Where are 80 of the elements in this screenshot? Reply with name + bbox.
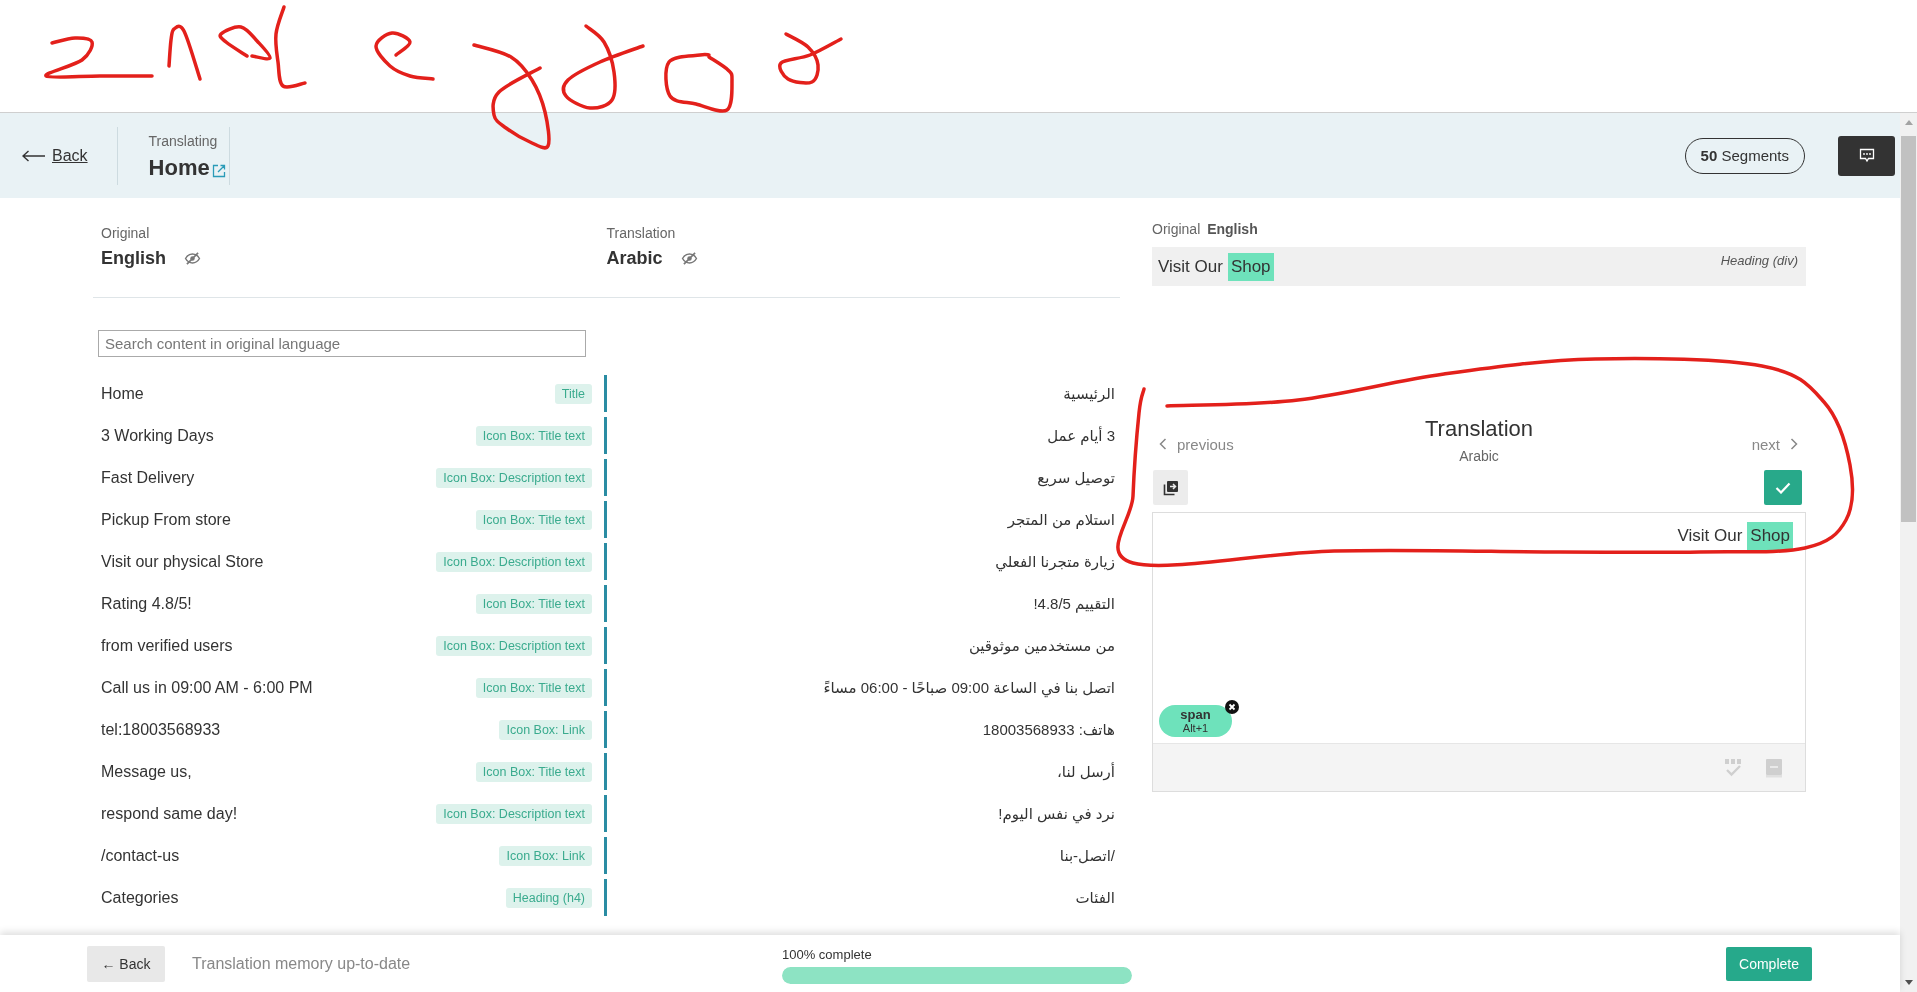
original-text[interactable]: Visit our physical Store xyxy=(101,553,264,571)
chat-bubble-icon xyxy=(1858,148,1875,163)
element-type-tag: Heading (h4) xyxy=(505,888,592,908)
original-text[interactable]: respond same day! xyxy=(101,805,238,823)
translated-text[interactable]: توصيل سريع xyxy=(1037,469,1115,487)
original-language-label: Original English xyxy=(1152,220,1259,238)
element-type-tag: Title xyxy=(554,384,592,404)
element-type-tag: Icon Box: Description text xyxy=(436,804,592,824)
tagged-text: Shop xyxy=(1227,252,1274,281)
original-text[interactable]: Rating 4.8/5! xyxy=(101,595,192,613)
translated-text[interactable]: اتصل بنا في الساعة 09:00 صباحًا - 06:00 مساءً xyxy=(823,679,1115,697)
eye-slash-icon[interactable] xyxy=(680,251,698,265)
comments-button[interactable] xyxy=(1838,135,1895,176)
check-icon xyxy=(1775,481,1791,494)
translation-editor[interactable]: Visit Our Shop span Alt+1 xyxy=(1152,512,1806,792)
progress-label: 100% complete xyxy=(782,947,873,963)
translated-text[interactable]: أرسل لنا، xyxy=(1057,763,1115,781)
scroll-up-icon[interactable] xyxy=(1904,120,1913,125)
target-language: Arabic xyxy=(1458,447,1500,465)
original-text[interactable]: Home xyxy=(101,385,144,403)
language-name: Arabic xyxy=(606,247,663,270)
scrollbar-thumb[interactable] xyxy=(1901,136,1916,522)
translated-text[interactable]: /اتصل-بنا xyxy=(1059,847,1115,865)
original-text[interactable]: Call us in 09:00 AM - 6:00 PM xyxy=(101,679,313,697)
original-text[interactable]: Categories xyxy=(101,889,179,907)
translated-text[interactable]: نرد في نفس اليوم! xyxy=(998,805,1115,823)
chevron-left-icon xyxy=(1159,438,1167,450)
translated-text[interactable]: زيارة متجرنا الفعلي xyxy=(995,553,1115,571)
back-button[interactable]: ← Back xyxy=(87,945,165,982)
tag-chip[interactable]: span Alt+1 xyxy=(1159,705,1232,737)
element-type-label: Heading (div) xyxy=(1720,253,1798,270)
next-link[interactable]: next xyxy=(1751,435,1798,453)
search-field[interactable]: Search content in original language xyxy=(98,330,586,357)
back-link[interactable]: Back xyxy=(22,146,88,165)
translated-text[interactable]: الرئيسية xyxy=(1063,385,1115,403)
translated-text[interactable]: هاتف: 18003568933 xyxy=(982,721,1115,739)
translated-text[interactable]: الفئات xyxy=(1075,889,1115,907)
eye-slash-icon[interactable] xyxy=(184,251,201,265)
language-name: English xyxy=(101,247,166,270)
element-type-tag: Icon Box: Title text xyxy=(475,678,592,698)
element-type-tag: Icon Box: Description text xyxy=(436,552,592,572)
element-type-tag: Icon Box: Title text xyxy=(475,510,592,530)
element-type-tag: Icon Box: Link xyxy=(499,720,592,740)
previous-link[interactable]: previous xyxy=(1159,435,1234,453)
translated-text[interactable]: 3 أيام عمل xyxy=(1047,427,1115,445)
original-text[interactable]: Fast Delivery xyxy=(101,469,195,487)
source-text: Visit Our xyxy=(1158,255,1223,278)
language-caption: Original xyxy=(101,224,151,242)
element-type-tag: Icon Box: Description text xyxy=(436,468,592,488)
element-type-tag: Icon Box: Title text xyxy=(475,426,592,446)
scroll-down-icon[interactable] xyxy=(1904,980,1913,985)
translated-text[interactable]: من مستخدمين موثوقين xyxy=(968,637,1115,655)
original-text[interactable]: Message us, xyxy=(101,763,192,781)
translated-text[interactable]: التقييم 4.8/5! xyxy=(1033,595,1115,613)
original-text[interactable]: Pickup From store xyxy=(101,511,231,529)
spellcheck-icon[interactable] xyxy=(1723,757,1743,778)
element-type-tag: Icon Box: Link xyxy=(499,846,592,866)
translation-text: Visit Our xyxy=(1677,525,1743,547)
original-text[interactable]: from verified users xyxy=(101,637,233,655)
element-type-tag: Icon Box: Title text xyxy=(475,594,592,614)
page-title: Home xyxy=(148,155,210,180)
translated-text[interactable]: استلام من المتجر xyxy=(1007,511,1115,529)
back-arrow-icon xyxy=(22,149,46,162)
confirm-button[interactable] xyxy=(1764,470,1802,505)
tagged-text: Shop xyxy=(1747,522,1793,550)
header-caption: Translating xyxy=(148,131,219,150)
element-type-tag: Icon Box: Description text xyxy=(436,636,592,656)
translation-heading: Translation xyxy=(1425,415,1533,443)
scrollbar[interactable] xyxy=(1900,113,1917,992)
chevron-right-icon xyxy=(1790,438,1798,450)
memory-status: Translation memory up-to-date xyxy=(192,954,411,972)
language-caption: Translation xyxy=(606,224,677,242)
external-link-icon[interactable] xyxy=(211,163,226,178)
original-text[interactable]: tel:18003568933 xyxy=(101,721,221,739)
copy-icon xyxy=(1162,479,1179,496)
original-text[interactable]: /contact-us xyxy=(101,847,180,865)
original-text[interactable]: 3 Working Days xyxy=(101,427,214,445)
element-type-tag: Icon Box: Title text xyxy=(475,762,592,782)
copy-source-button[interactable] xyxy=(1153,470,1188,505)
remove-icon[interactable] xyxy=(1225,700,1239,714)
